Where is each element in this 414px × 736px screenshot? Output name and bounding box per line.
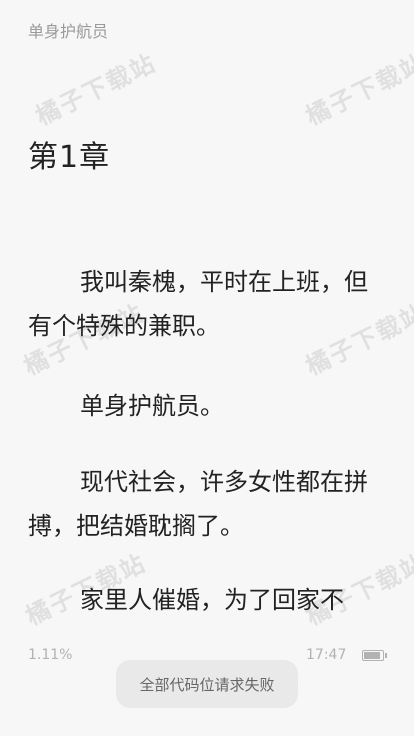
book-title: 单身护航员: [28, 22, 109, 41]
chapter-title: 第1章: [28, 140, 111, 175]
watermark: 橘子下载站: [31, 48, 161, 131]
clock-time: 17:47: [306, 647, 347, 663]
chapter-paragraph: 我叫秦槐，平时在上班，但有个特殊的兼职。: [28, 268, 368, 340]
watermark: 橘子下载站: [301, 48, 414, 131]
toast-message: 全部代码位请求失败: [139, 675, 275, 694]
reading-progress: 1.11%: [28, 647, 73, 663]
battery-icon: [362, 650, 387, 661]
chapter-paragraph: 单身护航员。: [80, 392, 224, 420]
chapter-paragraph: 现代社会，许多女性都在拼搏，把结婚耽搁了。: [28, 468, 368, 540]
chapter-paragraph: 家里人催婚，为了回家不: [80, 586, 344, 614]
error-toast: 全部代码位请求失败: [116, 660, 298, 708]
battery-level: [364, 652, 381, 659]
